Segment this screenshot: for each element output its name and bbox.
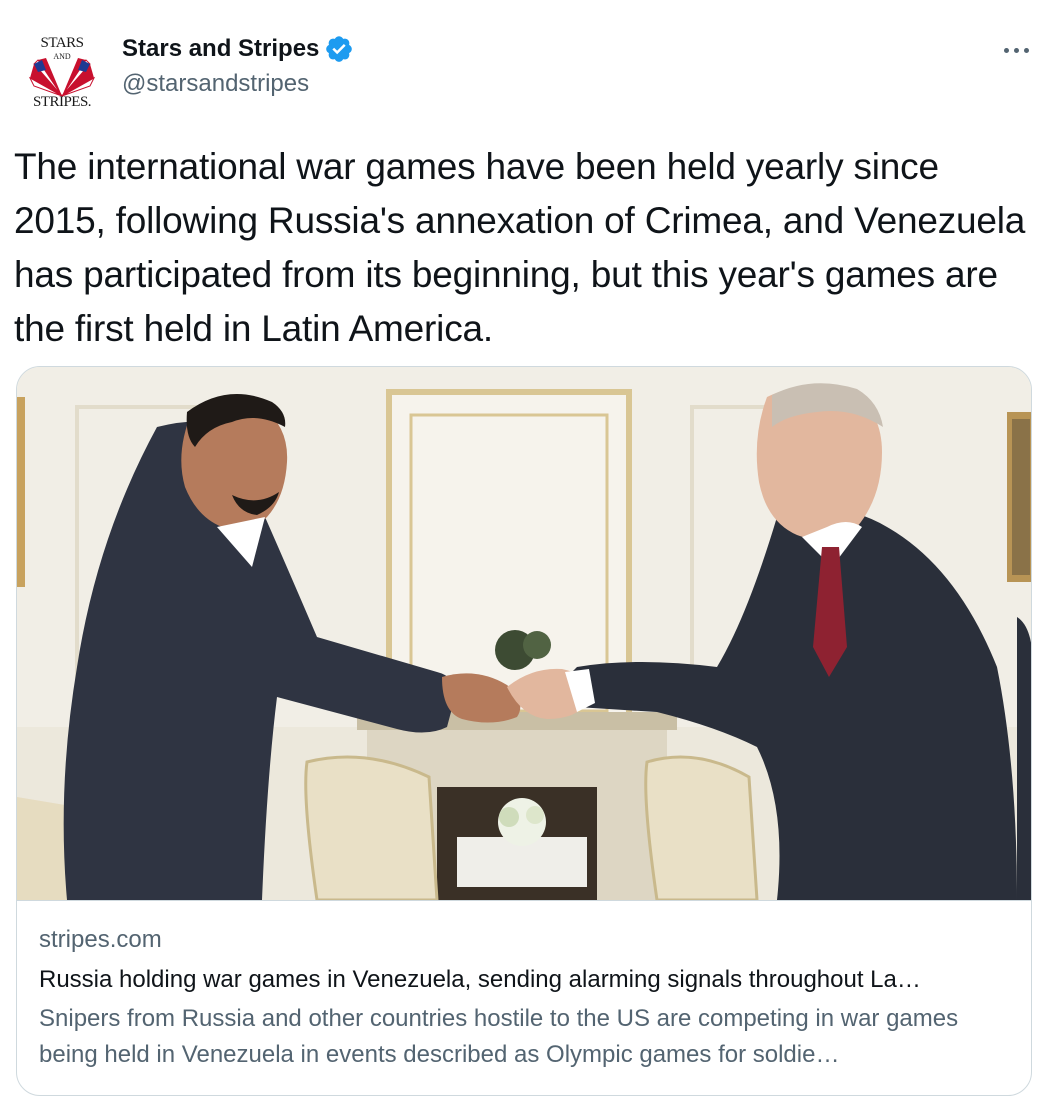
dot <box>1023 47 1029 53</box>
more-horizontal-icon[interactable] <box>998 36 1034 64</box>
display-name-row: Stars and Stripes <box>122 34 354 64</box>
tweet-text: The international war games have been he… <box>14 146 1026 349</box>
avatar-logo-top: STARS <box>40 35 84 51</box>
card-meta: stripes.com Russia holding war games in … <box>39 923 1019 1073</box>
tweet: STARS AND STRIPES. Stars and Stripes @st… <box>0 0 1050 1120</box>
display-name[interactable]: Stars and Stripes <box>122 35 319 63</box>
author-block: Stars and Stripes @starsandstripes <box>122 34 354 98</box>
handshake-photo-icon <box>17 367 1031 902</box>
verified-badge-icon <box>324 34 354 64</box>
dot <box>1003 47 1009 53</box>
link-card[interactable]: stripes.com Russia holding war games in … <box>16 366 1032 1096</box>
card-description: Snipers from Russia and other countries … <box>39 1005 959 1068</box>
card-domain: stripes.com <box>39 926 162 953</box>
avatar[interactable]: STARS AND STRIPES. <box>20 32 104 116</box>
handle[interactable]: @starsandstripes <box>122 70 354 98</box>
card-image <box>17 367 1031 902</box>
flags-icon <box>28 58 96 97</box>
card-title: Russia holding war games in Venezuela, s… <box>39 966 921 993</box>
dot <box>1013 47 1019 53</box>
